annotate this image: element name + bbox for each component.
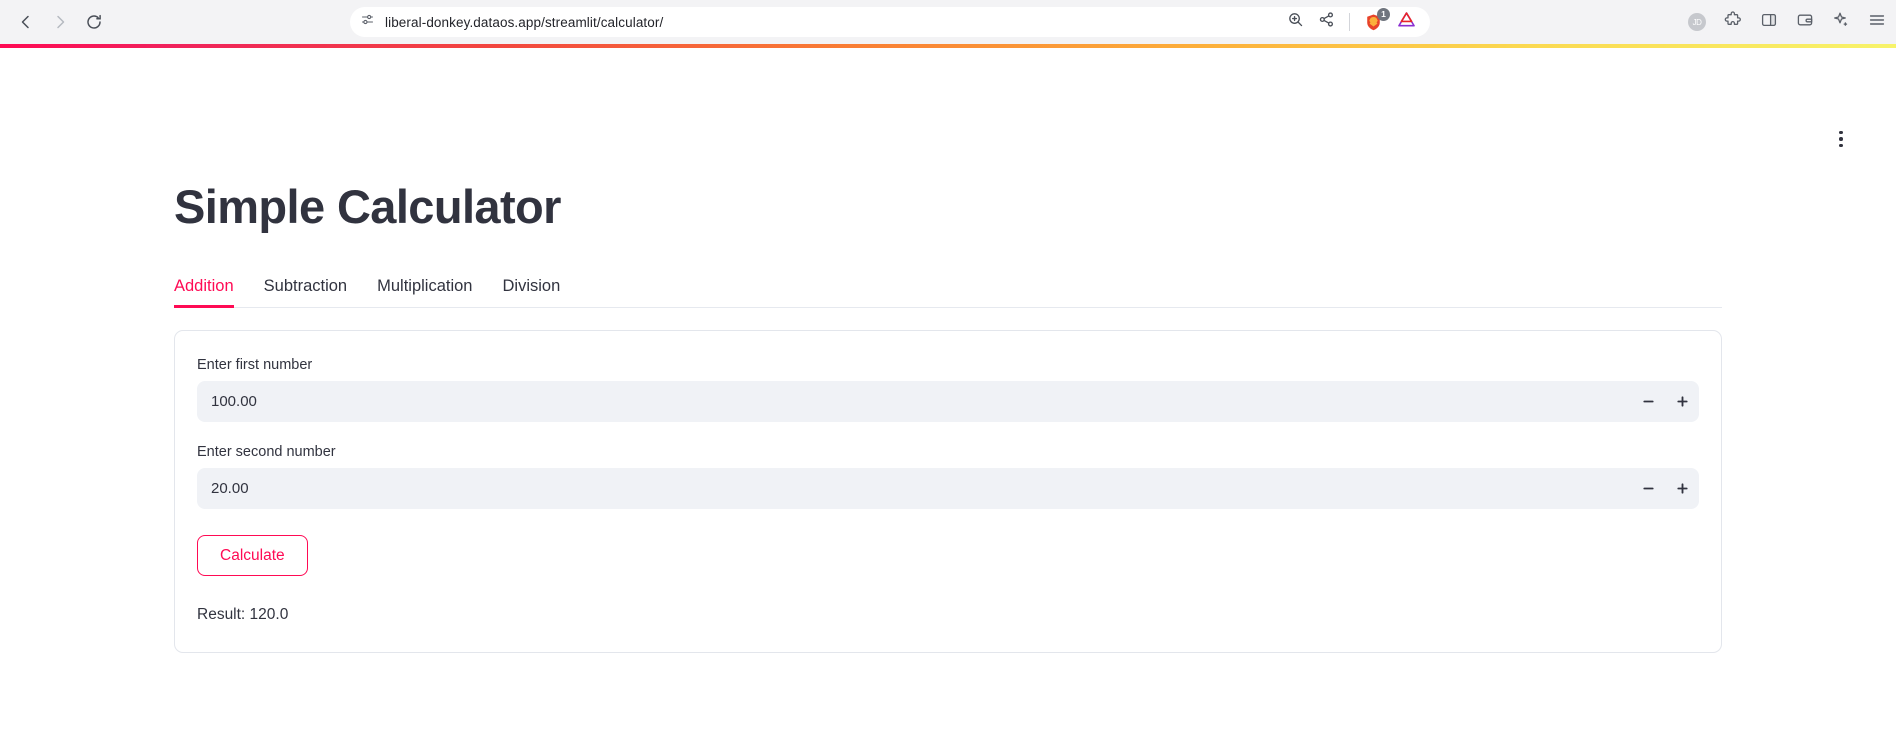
browser-toolbar: liberal-donkey.dataos.app/streamlit/calc… xyxy=(0,0,1896,44)
kebab-dot xyxy=(1839,130,1843,135)
address-bar[interactable]: liberal-donkey.dataos.app/streamlit/calc… xyxy=(350,7,1430,37)
kebab-dot xyxy=(1839,143,1843,148)
brave-shields-lion-icon[interactable]: 1 xyxy=(1364,7,1390,32)
tab-division[interactable]: Division xyxy=(502,277,560,307)
app-content: Simple Calculator Addition Subtraction M… xyxy=(86,48,1810,654)
sidebar-panel-icon[interactable] xyxy=(1760,11,1778,34)
calculate-button[interactable]: Calculate xyxy=(197,535,308,577)
puzzle-piece-icon[interactable] xyxy=(1724,10,1742,34)
toolbar-divider xyxy=(1349,13,1350,31)
site-settings-icon[interactable] xyxy=(360,12,375,32)
triangle-extension-icon[interactable] xyxy=(1397,11,1416,33)
reload-button[interactable] xyxy=(78,6,110,38)
first-number-decrement-button[interactable] xyxy=(1631,381,1665,422)
page-title: Simple Calculator xyxy=(174,180,561,233)
zoom-in-icon[interactable] xyxy=(1287,11,1304,33)
kebab-dot xyxy=(1839,137,1843,141)
second-number-label: Enter second number xyxy=(197,444,336,461)
operation-tabs: Addition Subtraction Multiplication Divi… xyxy=(174,277,1722,309)
second-number-decrement-button[interactable] xyxy=(1631,468,1665,509)
second-number-input[interactable]: 20.00 xyxy=(197,468,1699,510)
second-number-value[interactable]: 20.00 xyxy=(211,480,1631,497)
address-bar-region: liberal-donkey.dataos.app/streamlit/calc… xyxy=(110,7,1670,37)
streamlit-app: Simple Calculator Addition Subtraction M… xyxy=(0,48,1896,749)
hamburger-menu-icon[interactable] xyxy=(1868,11,1886,34)
wallet-icon[interactable] xyxy=(1796,11,1814,34)
browser-actions: JD xyxy=(1670,10,1886,34)
first-number-value[interactable]: 100.00 xyxy=(211,393,1631,410)
forward-button[interactable] xyxy=(44,6,76,38)
first-number-input[interactable]: 100.00 xyxy=(197,381,1699,423)
app-kebab-menu-icon[interactable] xyxy=(1828,126,1854,152)
profile-avatar[interactable]: JD xyxy=(1688,13,1706,31)
share-icon[interactable] xyxy=(1318,11,1335,33)
navigation-controls xyxy=(10,6,110,38)
url-text: liberal-donkey.dataos.app/streamlit/calc… xyxy=(385,14,664,30)
tab-addition[interactable]: Addition xyxy=(174,277,234,309)
calculator-card: Enter first number 100.00 Enter second n… xyxy=(174,330,1722,654)
first-number-label: Enter first number xyxy=(197,357,313,374)
result-text: Result: 120.0 xyxy=(197,606,289,624)
address-bar-actions: 1 xyxy=(1287,7,1420,33)
first-number-increment-button[interactable] xyxy=(1665,381,1699,422)
first-number-stepper xyxy=(1631,381,1699,422)
second-number-increment-button[interactable] xyxy=(1665,468,1699,509)
second-number-stepper xyxy=(1631,468,1699,509)
tab-multiplication[interactable]: Multiplication xyxy=(377,277,472,307)
back-button[interactable] xyxy=(10,6,42,38)
tab-subtraction[interactable]: Subtraction xyxy=(264,277,347,307)
shield-badge: 1 xyxy=(1377,7,1390,21)
leo-ai-icon[interactable] xyxy=(1832,11,1850,34)
